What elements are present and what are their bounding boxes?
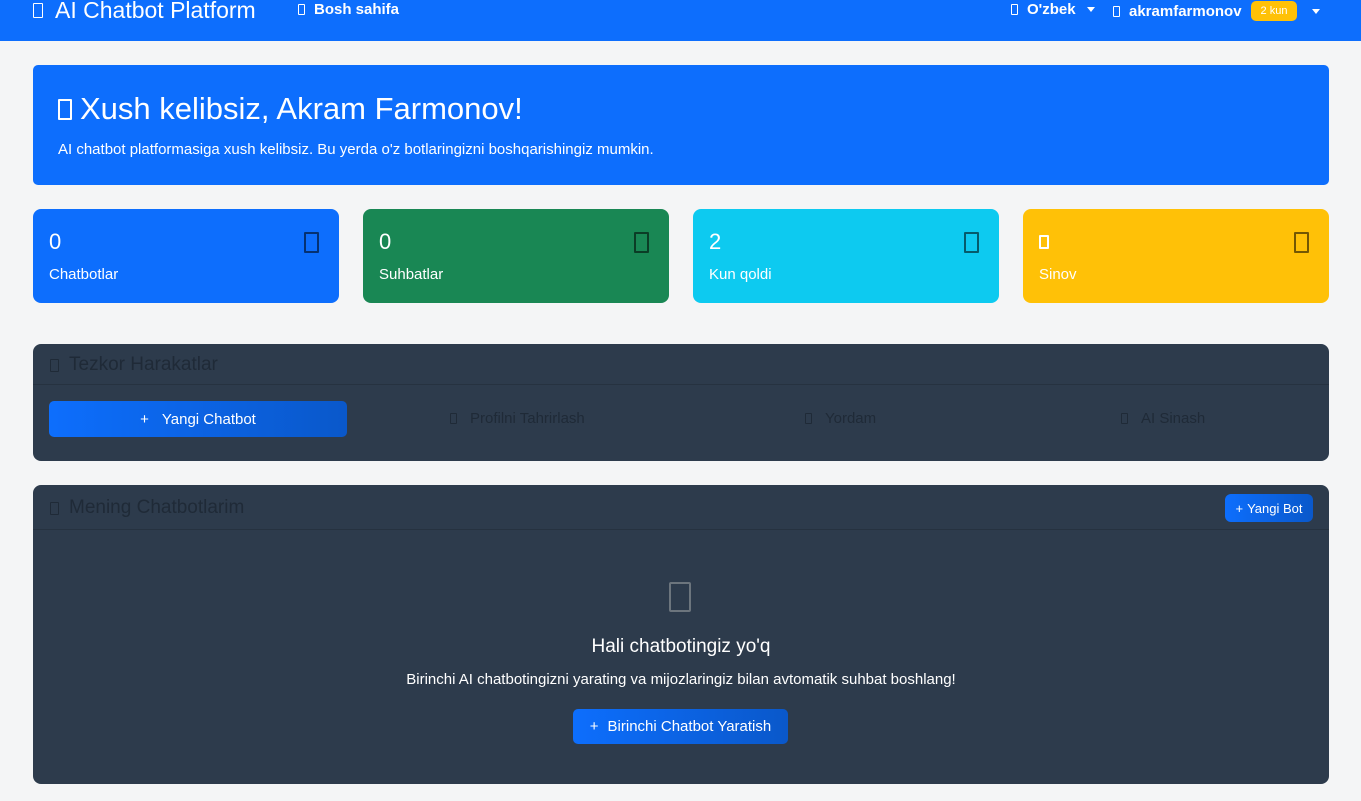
stat-label: Chatbotlar bbox=[49, 266, 119, 283]
welcome-title-text: Xush kelibsiz, Akram Farmonov! bbox=[80, 91, 523, 126]
new-chatbot-label: Yangi Chatbot bbox=[161, 410, 256, 428]
home-icon bbox=[298, 4, 305, 15]
chat-icon bbox=[634, 232, 649, 253]
globe-icon bbox=[1011, 4, 1018, 15]
user-dropdown[interactable]: akramfarmonov 2 kun bbox=[1113, 1, 1321, 21]
stat-label: Kun qoldi bbox=[709, 266, 772, 283]
quick-actions-title: Tezkor Harakatlar bbox=[69, 354, 218, 375]
ai-test-label: AI Sinash bbox=[1141, 410, 1206, 427]
nav-home-link[interactable]: Bosh sahifa bbox=[298, 1, 399, 18]
trial-days-badge: 2 kun bbox=[1250, 1, 1298, 21]
brand-name: AI Chatbot Platform bbox=[55, 0, 256, 23]
top-navbar: AI Chatbot Platform Bosh sahifa O'zbek a… bbox=[0, 0, 1361, 41]
stat-value: 2 bbox=[709, 229, 722, 254]
robot-icon bbox=[669, 582, 691, 612]
new-chatbot-button[interactable]: + Yangi Chatbot bbox=[49, 401, 347, 437]
empty-state-subtitle: Birinchi AI chatbotingizni yarating va m… bbox=[406, 671, 956, 688]
welcome-title: Xush kelibsiz, Akram Farmonov! bbox=[58, 91, 523, 127]
question-icon bbox=[805, 413, 812, 424]
my-chatbots-title: Mening Chatbotlarim bbox=[69, 497, 245, 518]
calendar-icon bbox=[964, 232, 979, 253]
user-icon bbox=[1113, 5, 1120, 17]
language-label: O'zbek bbox=[1027, 1, 1076, 18]
card-header: Mening Chatbotlarim + Yangi Bot bbox=[33, 485, 1329, 530]
welcome-banner: Xush kelibsiz, Akram Farmonov! AI chatbo… bbox=[33, 65, 1329, 185]
welcome-subtitle: AI chatbot platformasiga xush kelibsiz. … bbox=[58, 141, 654, 158]
stat-value: 0 bbox=[49, 229, 62, 254]
edit-profile-link[interactable]: Profilni Tahrirlash bbox=[450, 410, 585, 427]
caret-down-icon bbox=[1312, 8, 1321, 14]
stat-label: Suhbatlar bbox=[379, 266, 444, 283]
stat-label: Sinov bbox=[1039, 266, 1077, 283]
card-title: Mening Chatbotlarim bbox=[50, 497, 244, 519]
wave-hand-icon bbox=[58, 98, 72, 120]
new-bot-button[interactable]: + Yangi Bot bbox=[1225, 494, 1313, 522]
user-edit-icon bbox=[450, 413, 457, 424]
plus-icon: + bbox=[140, 410, 149, 428]
nav-home-label: Bosh sahifa bbox=[314, 1, 400, 18]
stat-card-conversations: 0 Suhbatlar bbox=[363, 209, 669, 303]
flask-icon bbox=[1121, 413, 1128, 424]
card-header: Tezkor Harakatlar bbox=[33, 344, 1329, 385]
quick-actions-card: Tezkor Harakatlar + Yangi Chatbot Profil… bbox=[33, 344, 1329, 461]
stat-value: 0 bbox=[379, 229, 392, 254]
create-first-chatbot-button[interactable]: + Birinchi Chatbot Yaratish bbox=[573, 709, 788, 744]
plus-icon: + bbox=[1235, 500, 1244, 516]
lightning-icon bbox=[50, 358, 59, 372]
brand-link[interactable]: AI Chatbot Platform bbox=[33, 0, 256, 24]
crown-icon bbox=[1039, 235, 1049, 249]
my-chatbots-card: Mening Chatbotlarim + Yangi Bot Hali cha… bbox=[33, 485, 1329, 784]
username-label: akramfarmonov bbox=[1129, 2, 1242, 20]
star-icon bbox=[1294, 232, 1309, 253]
caret-down-icon bbox=[1086, 7, 1095, 12]
ai-test-link[interactable]: AI Sinash bbox=[1121, 410, 1205, 427]
language-dropdown[interactable]: O'zbek bbox=[1011, 1, 1095, 18]
help-label: Yordam bbox=[825, 410, 877, 427]
robot-icon bbox=[33, 3, 43, 18]
robot-icon bbox=[50, 501, 59, 515]
plus-icon: + bbox=[589, 718, 599, 735]
stat-card-plan: Sinov bbox=[1023, 209, 1329, 303]
card-title: Tezkor Harakatlar bbox=[50, 354, 218, 376]
create-first-chatbot-label: Birinchi Chatbot Yaratish bbox=[607, 718, 772, 735]
help-link[interactable]: Yordam bbox=[805, 410, 876, 427]
stat-card-chatbots: 0 Chatbotlar bbox=[33, 209, 339, 303]
edit-profile-label: Profilni Tahrirlash bbox=[470, 410, 585, 427]
robot-icon bbox=[304, 232, 319, 253]
stat-value bbox=[1039, 229, 1049, 255]
new-bot-label: Yangi Bot bbox=[1247, 500, 1303, 516]
stat-card-days-left: 2 Kun qoldi bbox=[693, 209, 999, 303]
empty-state-title: Hali chatbotingiz yo'q bbox=[591, 636, 771, 657]
